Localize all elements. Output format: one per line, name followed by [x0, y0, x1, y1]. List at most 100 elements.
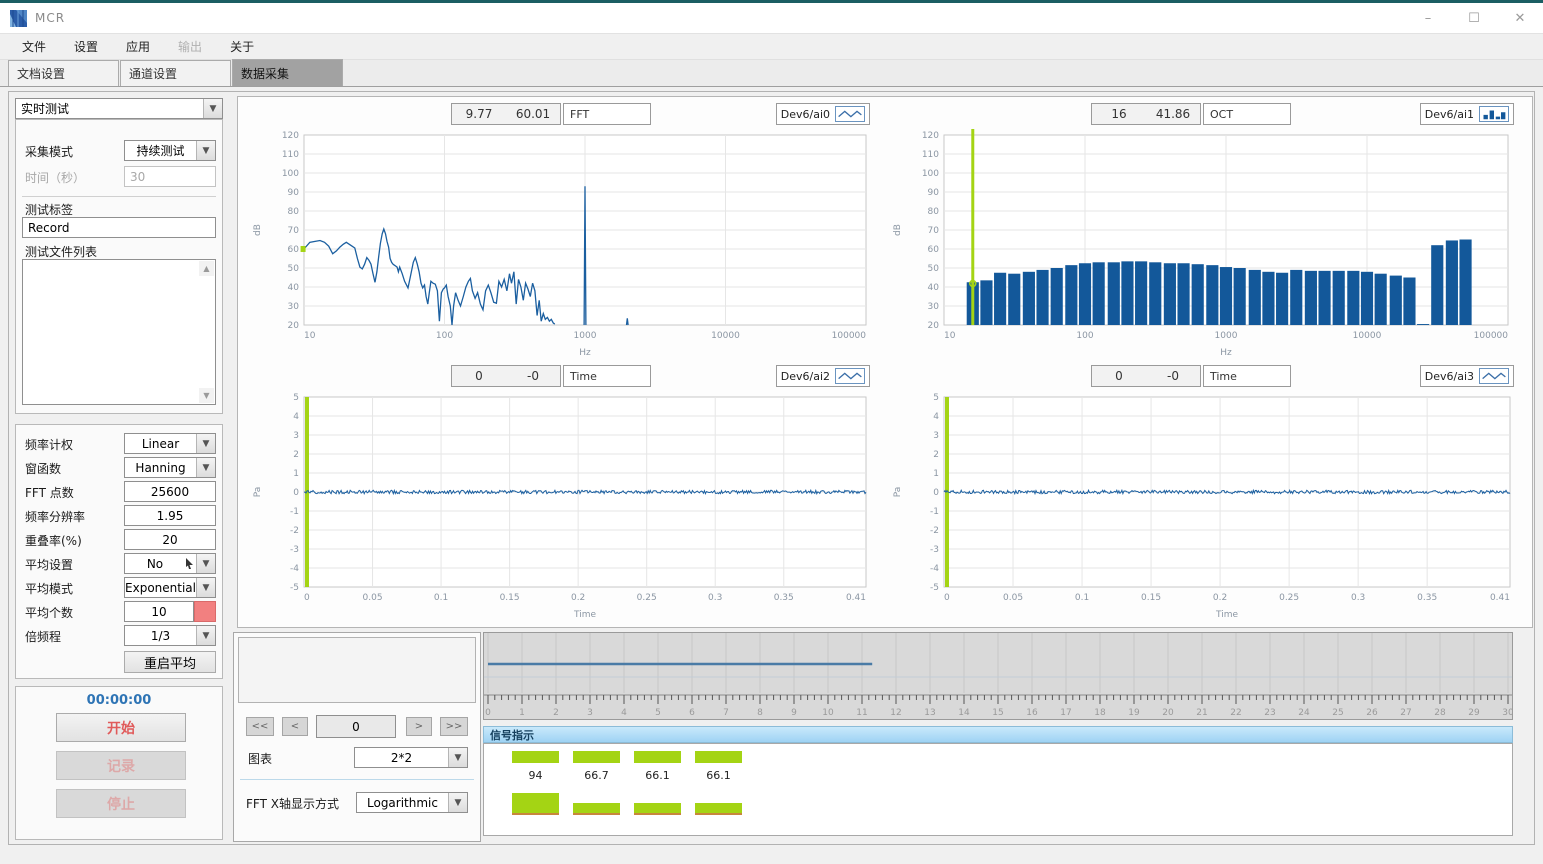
minimize-button[interactable]: –: [1405, 3, 1451, 34]
pager-last-button[interactable]: >>: [440, 717, 468, 736]
record-timeline[interactable]: 0123456789101112131415161718192021222324…: [483, 632, 1513, 720]
freq-weighting-label: 频率计权: [25, 436, 73, 453]
fft-cursor-readout: 9.7760.01: [451, 103, 561, 125]
svg-text:5: 5: [293, 393, 299, 403]
octave-select[interactable]: 1/3▼: [124, 625, 216, 646]
svg-text:100: 100: [922, 169, 939, 179]
svg-text:2: 2: [293, 450, 299, 460]
maximize-button[interactable]: ☐: [1451, 3, 1497, 34]
pager-prev-button[interactable]: <: [282, 717, 308, 736]
svg-text:-2: -2: [290, 526, 299, 536]
svg-text:3: 3: [293, 431, 299, 441]
test-mode-select[interactable]: 实时测试 ▼: [15, 98, 223, 119]
test-tag-input[interactable]: Record: [22, 217, 216, 238]
svg-text:1000: 1000: [574, 331, 597, 341]
scroll-down-icon[interactable]: ▼: [199, 388, 214, 403]
chart-layout-label: 图表: [248, 750, 272, 767]
menu-about[interactable]: 关于: [216, 35, 268, 58]
chart-panel-time2: 0-0 Time Dev6/ai2 -5-4-3-2-1012345PaTime…: [246, 363, 882, 623]
time2-plot[interactable]: -5-4-3-2-1012345PaTime00.050.10.150.20.2…: [246, 389, 882, 621]
oct-plot[interactable]: 2030405060708090100110120dBHz10100100010…: [886, 127, 1526, 359]
start-button[interactable]: 开始: [56, 713, 186, 742]
fft-device-select[interactable]: Dev6/ai0: [776, 103, 870, 125]
fft-xaxis-select[interactable]: Logarithmic▼: [356, 792, 468, 813]
svg-text:0: 0: [933, 488, 939, 498]
svg-text:Hz: Hz: [1220, 348, 1232, 358]
freq-weighting-select[interactable]: Linear▼: [124, 433, 216, 454]
scroll-up-icon[interactable]: ▲: [199, 261, 214, 276]
avg-setting-select[interactable]: No ▼: [124, 553, 216, 574]
oct-device-select[interactable]: Dev6/ai1: [1420, 103, 1514, 125]
tab-data-acquisition[interactable]: 数据采集: [232, 59, 343, 86]
svg-text:15: 15: [992, 708, 1003, 718]
time3-device-select[interactable]: Dev6/ai3: [1420, 365, 1514, 387]
svg-text:Pa: Pa: [893, 487, 903, 498]
svg-text:1: 1: [933, 469, 939, 479]
svg-text:1000: 1000: [1215, 331, 1238, 341]
close-button[interactable]: ✕: [1497, 3, 1543, 34]
svg-text:24: 24: [1298, 708, 1310, 718]
acq-mode-label: 采集模式: [25, 143, 73, 160]
chevron-down-icon: ▼: [196, 578, 215, 597]
svg-text:dB: dB: [893, 224, 903, 236]
svg-text:30: 30: [288, 302, 300, 312]
svg-text:5: 5: [655, 708, 661, 718]
chart-layout-select[interactable]: 2*2▼: [354, 747, 468, 768]
pager-next-button[interactable]: >: [406, 717, 432, 736]
svg-text:Hz: Hz: [579, 348, 591, 358]
chart-panel-oct: 1641.86 OCT Dev6/ai1 2030405060708090100…: [886, 101, 1526, 361]
chart-panel-fft: 9.7760.01 FFT Dev6/ai0 20304050607080901…: [246, 101, 882, 361]
svg-text:17: 17: [1060, 708, 1071, 718]
menu-file[interactable]: 文件: [8, 35, 60, 58]
svg-text:80: 80: [288, 207, 300, 217]
pager-value[interactable]: 0: [316, 715, 396, 738]
line-chart-icon: [835, 368, 865, 384]
freq-resolution-input[interactable]: 1.95: [124, 505, 216, 526]
app-title: MCR: [35, 11, 65, 25]
window-function-select[interactable]: Hanning▼: [124, 457, 216, 478]
test-tag-label: 测试标签: [25, 201, 73, 218]
fft-type-select[interactable]: FFT: [563, 103, 651, 125]
acq-mode-select[interactable]: 持续测试 ▼: [124, 140, 216, 161]
svg-text:2: 2: [553, 708, 559, 718]
signal-level-bar: [695, 751, 742, 763]
tab-document-settings[interactable]: 文档设置: [8, 60, 119, 86]
fft-points-input[interactable]: 25600: [124, 481, 216, 502]
svg-text:0.3: 0.3: [708, 593, 722, 603]
svg-text:10: 10: [944, 331, 956, 341]
avg-mode-select[interactable]: Exponential▼: [124, 577, 216, 598]
svg-text:120: 120: [922, 131, 939, 141]
bar-chart-icon: [1479, 106, 1509, 122]
svg-text:90: 90: [928, 188, 940, 198]
svg-text:0.2: 0.2: [1213, 593, 1227, 603]
signal-value: 94: [512, 769, 559, 782]
fft-plot[interactable]: 2030405060708090100110120dBHz10100100010…: [246, 127, 882, 359]
acquisition-group: 采集模式 持续测试 ▼ 时间（秒） 30 测试标签 Record 测试文件列表 …: [15, 119, 223, 414]
restart-average-button[interactable]: 重启平均: [124, 651, 216, 673]
fft-points-label: FFT 点数: [25, 484, 74, 501]
tab-channel-settings[interactable]: 通道设置: [120, 60, 231, 86]
svg-text:28: 28: [1434, 708, 1446, 718]
svg-text:0.41: 0.41: [846, 593, 866, 603]
time3-plot[interactable]: -5-4-3-2-1012345PaTime00.050.10.150.20.2…: [886, 389, 1526, 621]
menu-settings[interactable]: 设置: [60, 35, 112, 58]
time2-device-select[interactable]: Dev6/ai2: [776, 365, 870, 387]
pager-first-button[interactable]: <<: [246, 717, 274, 736]
status-panel: 0123456789101112131415161718192021222324…: [483, 632, 1519, 842]
signal-value: 66.1: [695, 769, 742, 782]
oct-type-select[interactable]: OCT: [1203, 103, 1291, 125]
overlap-input[interactable]: 20: [124, 529, 216, 550]
menu-application[interactable]: 应用: [112, 35, 164, 58]
time2-type-select[interactable]: Time: [563, 365, 651, 387]
svg-text:-5: -5: [290, 583, 299, 593]
svg-text:80: 80: [928, 207, 940, 217]
time3-type-select[interactable]: Time: [1203, 365, 1291, 387]
svg-text:110: 110: [922, 150, 939, 160]
svg-text:120: 120: [282, 131, 299, 141]
avg-count-input[interactable]: 10: [124, 601, 194, 622]
svg-text:19: 19: [1128, 708, 1140, 718]
chevron-down-icon: ▼: [448, 793, 467, 812]
svg-text:13: 13: [924, 708, 935, 718]
signal-clip-bar: [512, 793, 559, 815]
test-file-list[interactable]: ▲ ▼: [22, 259, 216, 405]
